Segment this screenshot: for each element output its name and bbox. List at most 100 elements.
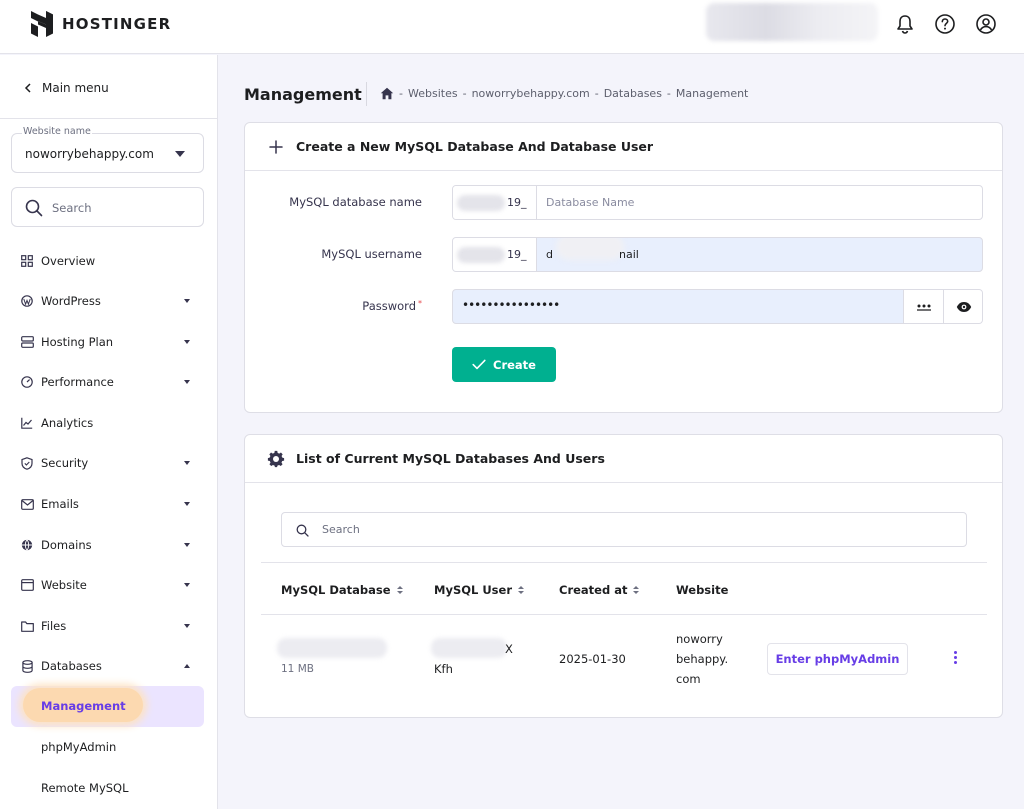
enter-phpmyadmin-button[interactable]: Enter phpMyAdmin [767, 643, 908, 675]
required-mark: * [418, 299, 422, 308]
username-label: MySQL username [321, 247, 422, 261]
toggle-password-visibility-button[interactable] [943, 290, 982, 323]
db-prefix-suffix: 19_ [507, 196, 527, 209]
column-header-mysql-user[interactable]: MySQL User [434, 583, 524, 597]
sidebar-item-overview[interactable]: Overview [20, 250, 200, 272]
sidebar-item-wordpress[interactable]: WordPress [20, 290, 200, 312]
bell-icon[interactable] [894, 13, 916, 35]
caret-down-icon [184, 502, 190, 506]
sidebar-item-label: Domains [41, 538, 92, 552]
mail-icon [20, 497, 34, 511]
main-menu-link[interactable]: Main menu [24, 81, 109, 95]
sidebar-item-performance[interactable]: Performance [20, 371, 200, 393]
table-top-divider [261, 562, 987, 563]
page-title: Management [244, 85, 362, 104]
sidebar-subitem-remote-mysql[interactable]: Remote MySQL [41, 781, 129, 795]
create-button[interactable]: Create [452, 347, 556, 382]
website-selector-value: noworrybehappy.com [25, 147, 154, 161]
column-header-label: Website [676, 583, 729, 597]
password-field[interactable]: •••••••••••••••• [452, 289, 983, 324]
breadcrumb-separator: - [399, 87, 403, 100]
shield-icon [20, 456, 34, 470]
more-actions-icon[interactable] [954, 651, 957, 664]
sidebar-item-domains[interactable]: Domains [20, 534, 200, 556]
sidebar-item-website[interactable]: Website [20, 574, 200, 596]
sidebar-item-label: Security [41, 456, 89, 470]
table-header-divider [261, 614, 987, 615]
password-value: •••••••••••••••• [462, 298, 560, 312]
sidebar-subitem-management[interactable]: Management [11, 686, 204, 727]
db-name-label: MySQL database name [289, 195, 422, 209]
sidebar-divider [0, 118, 217, 119]
home-icon[interactable] [380, 87, 394, 100]
caret-down-icon [184, 543, 190, 547]
breadcrumb-management: Management [675, 87, 749, 100]
column-header-label: MySQL User [434, 583, 512, 597]
globe-icon [20, 538, 34, 552]
sidebar-item-label: WordPress [41, 294, 101, 308]
db-user-tail: X [505, 642, 513, 656]
database-list-card: List of Current MySQL Databases And User… [244, 434, 1003, 718]
database-search-input[interactable]: Search [281, 512, 967, 547]
username-prefix-suffix: 19_ [507, 248, 527, 261]
search-icon [25, 199, 43, 217]
sidebar-item-label: Files [41, 619, 67, 633]
chevron-left-icon [24, 83, 31, 93]
db-name-field[interactable]: 19_ Database Name [452, 185, 983, 220]
caret-down-icon [184, 624, 190, 628]
create-button-label: Create [493, 357, 536, 372]
breadcrumb-databases[interactable]: Databases [604, 87, 662, 100]
db-size: 11 MB [281, 663, 314, 675]
create-card-title: Create a New MySQL Database And Database… [296, 139, 654, 154]
website-line-3: com [676, 672, 701, 686]
generate-password-button[interactable] [903, 290, 943, 323]
eye-icon [956, 301, 971, 312]
plus-icon [269, 140, 283, 154]
sidebar-item-emails[interactable]: Emails [20, 493, 200, 515]
website-selector-label: Website name [22, 126, 92, 137]
sidebar-item-files[interactable]: Files [20, 615, 200, 637]
created-at: 2025-01-30 [559, 652, 626, 666]
sidebar-item-security[interactable]: Security [20, 452, 200, 474]
breadcrumb-websites[interactable]: Websites [408, 87, 458, 100]
sidebar-search-input[interactable]: Search [11, 187, 204, 227]
redacted-db-user [431, 638, 507, 658]
sort-icon [396, 586, 403, 594]
caret-down-icon [184, 380, 190, 384]
dots-icon [916, 304, 931, 311]
help-icon[interactable] [934, 13, 956, 35]
website-selector[interactable]: Website name noworrybehappy.com [11, 126, 204, 173]
sidebar-item-label: Databases [41, 659, 102, 673]
sidebar-item-databases[interactable]: Databases [20, 655, 200, 677]
main-menu-label: Main menu [42, 81, 109, 95]
sidebar-item-label: Overview [41, 254, 96, 268]
hostinger-logo[interactable]: HOSTINGER [31, 11, 171, 37]
breadcrumb-separator: - [594, 87, 599, 100]
username-field[interactable]: u 19_ d nail [452, 237, 983, 272]
sidebar-item-label: Performance [41, 375, 114, 389]
account-icon[interactable] [975, 13, 997, 35]
search-icon [296, 524, 309, 537]
sidebar-item-hosting-plan[interactable]: Hosting Plan [20, 331, 200, 353]
sidebar-item-label: Website [41, 578, 87, 592]
column-header-label: Created at [559, 583, 628, 597]
title-divider [366, 82, 367, 106]
sidebar-subitem-phpmyadmin[interactable]: phpMyAdmin [41, 740, 116, 754]
sidebar-item-analytics[interactable]: Analytics [20, 412, 200, 434]
brand-name: HOSTINGER [62, 15, 172, 33]
caret-down-icon [184, 340, 190, 344]
database-icon [20, 659, 34, 673]
server-icon [20, 335, 34, 349]
redacted-username [556, 238, 624, 260]
breadcrumb: - Websites - noworrybehappy.com - Databa… [380, 87, 748, 100]
column-header-created-at[interactable]: Created at [559, 583, 640, 597]
hostinger-logo-icon [31, 11, 53, 37]
breadcrumb-website[interactable]: noworrybehappy.com [472, 87, 590, 100]
caret-down-icon [184, 583, 190, 587]
password-label-text: Password [362, 299, 416, 313]
wordpress-icon [20, 294, 34, 308]
create-card-header: Create a New MySQL Database And Database… [245, 123, 1002, 171]
breadcrumb-separator: - [462, 87, 467, 100]
redacted-prefix [457, 195, 505, 211]
column-header-mysql-database[interactable]: MySQL Database [281, 583, 403, 597]
